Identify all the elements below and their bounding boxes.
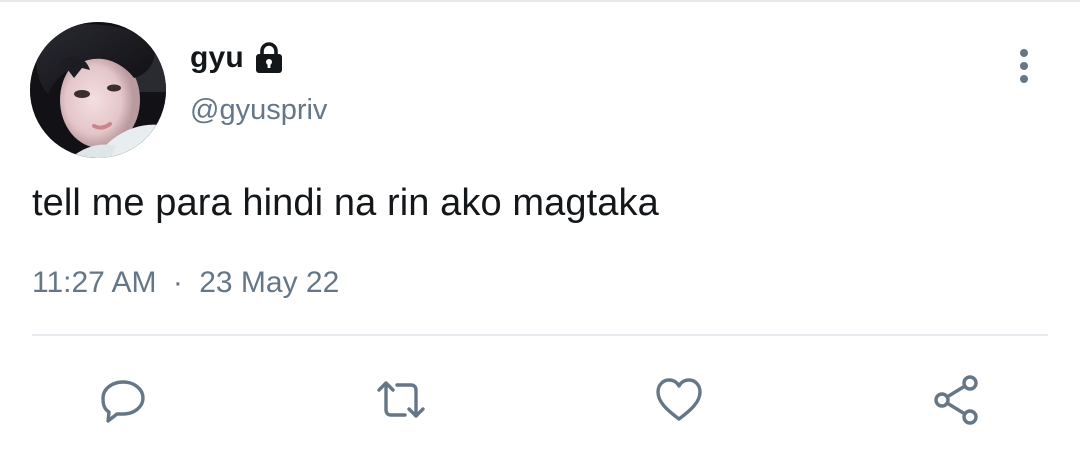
top-border: [0, 0, 1080, 2]
tweet-time: 11:27 AM: [32, 266, 157, 299]
more-vertical-icon: [1020, 49, 1028, 83]
heart-icon: [656, 378, 702, 421]
user-handle[interactable]: @gyuspriv: [190, 94, 327, 127]
share-icon: [934, 375, 978, 425]
more-options-button[interactable]: [1004, 44, 1044, 88]
like-button[interactable]: [651, 372, 707, 428]
avatar[interactable]: [30, 22, 166, 158]
display-name-row: gyu: [190, 38, 286, 78]
tweet-card: gyu @gyuspriv tell me para hindi na rin …: [0, 0, 1080, 461]
retweet-button[interactable]: [373, 372, 429, 428]
tweet-text: tell me para hindi na rin ako magtaka: [32, 182, 659, 224]
display-name[interactable]: gyu: [190, 41, 244, 75]
avatar-image: [30, 22, 166, 158]
reply-button[interactable]: [95, 372, 151, 428]
share-button[interactable]: [929, 372, 985, 428]
timestamp-separator: ·: [172, 266, 183, 299]
tweet-date: 23 May 22: [199, 266, 340, 299]
timestamp-row[interactable]: 11:27 AM · 23 May 22: [32, 266, 339, 300]
lock-icon: [252, 41, 286, 75]
reply-icon: [101, 380, 145, 423]
divider: [32, 334, 1048, 336]
retweet-icon: [377, 381, 425, 418]
